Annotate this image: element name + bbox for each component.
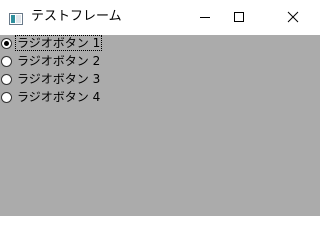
radio-indicator[interactable]: [1, 37, 12, 49]
close-button[interactable]: [270, 0, 316, 35]
radio-button-2[interactable]: ラジオボタン 2: [0, 53, 101, 69]
maximize-button[interactable]: [216, 0, 262, 35]
radio-label[interactable]: ラジオボタン 3: [16, 72, 101, 86]
window-title: テストフレーム: [31, 9, 122, 24]
minimize-icon: [199, 8, 211, 27]
radio-button-4[interactable]: ラジオボタン 4: [0, 89, 101, 105]
java-app-icon: [9, 10, 23, 25]
maximize-icon: [233, 8, 245, 27]
radio-indicator[interactable]: [1, 55, 12, 67]
content-panel: ラジオボタン 1 ラジオボタン 2 ラジオボタン 3 ラジオボタン 4: [0, 35, 320, 216]
radio-button-3[interactable]: ラジオボタン 3: [0, 71, 101, 87]
close-icon: [287, 8, 299, 27]
radio-label[interactable]: ラジオボタン 4: [16, 90, 101, 104]
app-window: テストフレーム ラジオボタン 1 ラジオボタン 2 ラジオボタン 3 ラジオボタ…: [0, 0, 320, 216]
title-bar[interactable]: テストフレーム: [0, 0, 320, 35]
radio-label[interactable]: ラジオボタン 2: [16, 54, 101, 68]
radio-label[interactable]: ラジオボタン 1: [14, 35, 103, 51]
radio-button-1[interactable]: ラジオボタン 1: [0, 35, 103, 51]
radio-indicator[interactable]: [1, 73, 12, 85]
radio-indicator[interactable]: [1, 91, 12, 103]
